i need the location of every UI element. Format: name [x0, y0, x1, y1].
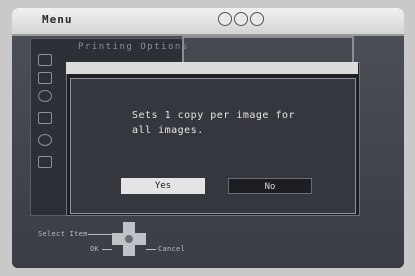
ok-hint: OK	[90, 245, 100, 253]
no-button[interactable]: No	[228, 178, 312, 194]
print-icon[interactable]	[38, 54, 52, 66]
yes-button[interactable]: Yes	[121, 178, 205, 194]
card-icon[interactable]	[38, 72, 52, 84]
select-item-hint: Select Item	[38, 230, 88, 238]
dpad-center	[125, 235, 133, 243]
dialog-titlebar	[66, 62, 358, 74]
dialog-message: Sets 1 copy per image for all images.	[132, 108, 322, 138]
check-icon[interactable]	[38, 112, 52, 124]
select-hint-line	[88, 234, 112, 235]
dpad-icon	[112, 222, 146, 256]
menu-heading: Printing Options	[78, 42, 189, 52]
circle-icon	[250, 12, 264, 26]
ok-hint-line	[102, 249, 112, 250]
circle-icon	[218, 12, 232, 26]
cancel-hint: Cancel	[158, 245, 186, 253]
cancel-hint-line	[146, 249, 156, 250]
rotate-icon[interactable]	[38, 134, 52, 146]
header-icons	[218, 12, 264, 26]
menu-header-bar: Menu	[12, 8, 404, 36]
dialog-message-line: all images.	[132, 125, 204, 136]
menu-title: Menu	[42, 13, 73, 26]
dialog-message-line: Sets 1 copy per image for	[132, 110, 296, 121]
zoom-icon[interactable]	[38, 90, 52, 102]
circle-icon	[234, 12, 248, 26]
tool-icon[interactable]	[38, 156, 52, 168]
confirmation-dialog	[70, 78, 356, 214]
